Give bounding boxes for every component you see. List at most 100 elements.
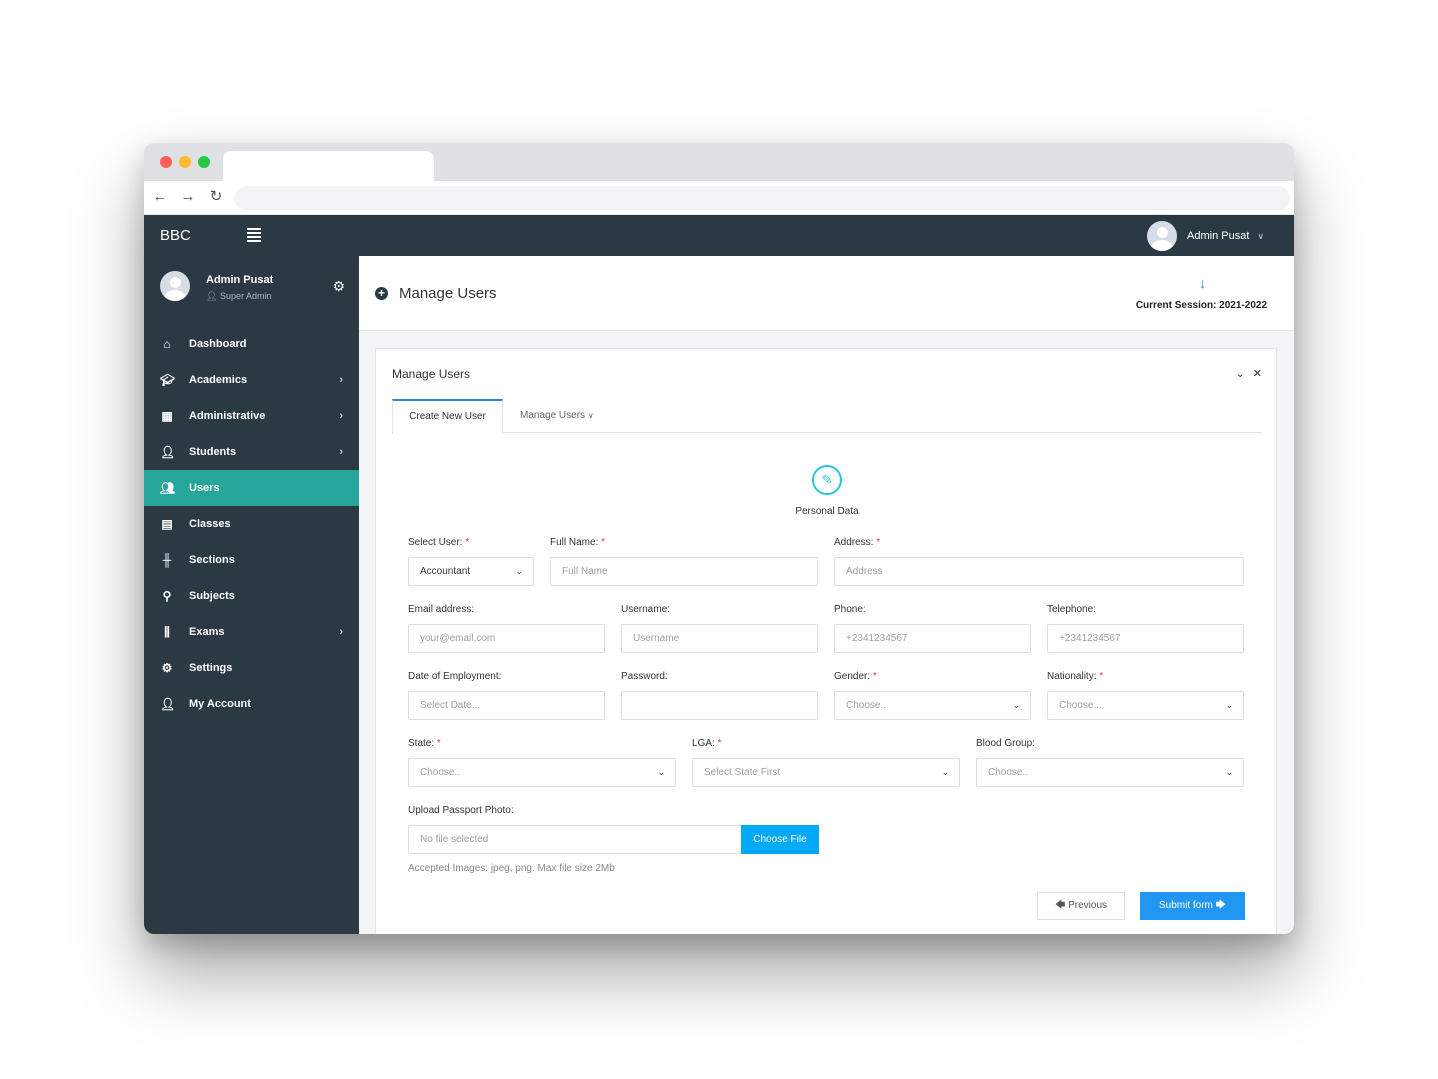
sidebar-item-my-account[interactable]: 👤︎ My Account: [144, 686, 359, 722]
chevron-down-icon: ∨: [1257, 230, 1264, 241]
gear-icon: ⚙: [161, 661, 173, 675]
sidebar-item-dashboard[interactable]: ⌂ Dashboard: [144, 326, 359, 362]
telephone-input[interactable]: +2341234567: [1047, 624, 1244, 653]
top-user-name: Admin Pusat: [1187, 230, 1250, 242]
upload-hint: Accepted Images: jpeg, png. Max file siz…: [408, 863, 615, 874]
tab-create-new-user[interactable]: Create New User: [392, 399, 503, 434]
nationality-dropdown[interactable]: Choose... ⌄: [1047, 691, 1244, 720]
arrow-right-icon: 🡆: [1215, 900, 1227, 911]
browser-tab-strip: [144, 143, 1294, 181]
avatar: [1147, 221, 1178, 251]
sidebar-item-exams[interactable]: ⫼ Exams ›: [144, 614, 359, 650]
employment-date-input[interactable]: Select Date...: [408, 691, 605, 720]
close-window-button[interactable]: [160, 156, 172, 168]
upload-photo-label: Upload Passport Photo:: [408, 805, 514, 816]
blood-group-dropdown[interactable]: Choose.. ⌄: [976, 758, 1244, 787]
chevron-down-icon: ⌄: [941, 767, 949, 777]
gender-label: Gender: *: [834, 671, 877, 682]
user-icon: 👤︎: [206, 291, 220, 301]
browser-tab[interactable]: [223, 151, 434, 181]
sidebar-menu: ⌂ Dashboard 🎓︎ Academics › ▦ Administrative ›…: [144, 326, 359, 722]
username-label: Username:: [621, 604, 670, 615]
chevron-down-icon: ⌄: [515, 566, 523, 576]
chevron-right-icon: ›: [339, 626, 343, 638]
page-title: Manage Users: [399, 285, 497, 302]
top-navbar: BBC Admin Pusat ∨: [144, 215, 1294, 256]
step-label: Personal Data: [795, 506, 859, 517]
select-user-dropdown[interactable]: Accountant ⌄: [408, 557, 534, 586]
sidebar-item-academics[interactable]: 🎓︎ Academics ›: [144, 362, 359, 398]
address-bar[interactable]: [234, 186, 1290, 210]
sidebar-item-students[interactable]: 👤︎ Students ›: [144, 434, 359, 470]
address-input[interactable]: Address: [834, 557, 1244, 586]
full-name-input[interactable]: Full Name: [550, 557, 818, 586]
sections-icon: ╫: [162, 553, 172, 567]
sidebar-item-subjects[interactable]: ⚲ Subjects: [144, 578, 359, 614]
phone-label: Phone:: [834, 604, 866, 615]
sidebar: Admin Pusat 👤︎ Super Admin ⚙ ⌂ Dashboard …: [144, 256, 359, 934]
plus-circle-icon: +: [375, 287, 388, 300]
full-name-label: Full Name: *: [550, 537, 606, 548]
library-icon: ⫼: [164, 624, 170, 639]
browser-window: ← → ↻ BBC Admin Pusat ∨ Admin Pusat 👤︎ S…: [144, 143, 1294, 934]
maximize-window-button[interactable]: [198, 156, 210, 168]
hamburger-menu-icon[interactable]: [247, 228, 261, 242]
password-label: Password:: [621, 671, 668, 682]
sidebar-item-administrative[interactable]: ▦ Administrative ›: [144, 398, 359, 434]
graduation-cap-icon: 🎓︎: [160, 373, 176, 387]
arrow-down-icon[interactable]: ↓: [1199, 275, 1206, 291]
chevron-down-icon: ⌄: [1012, 700, 1020, 710]
nationality-label: Nationality: *: [1047, 671, 1104, 682]
profile-name: Admin Pusat: [206, 274, 274, 286]
card-title: Manage Users: [392, 367, 471, 381]
manage-users-card: Manage Users ⌄ ✕ Create New User Manage U…: [375, 348, 1277, 934]
sidebar-item-settings[interactable]: ⚙ Settings: [144, 650, 359, 686]
arrow-left-icon: 🡄: [1054, 900, 1066, 911]
telephone-label: Telephone:: [1047, 604, 1096, 615]
sidebar-item-sections[interactable]: ╫ Sections: [144, 542, 359, 578]
submit-form-button[interactable]: Submit form 🡆: [1140, 892, 1245, 920]
sidebar-item-classes[interactable]: ▤ Classes: [144, 506, 359, 542]
close-icon[interactable]: ✕: [1253, 368, 1262, 380]
reload-icon[interactable]: ↻: [206, 187, 226, 207]
profile-role: 👤︎ Super Admin: [206, 291, 272, 301]
main-content: + Manage Users ↓ Current Session: 2021-2…: [359, 256, 1294, 934]
chevron-down-icon: ⌄: [1225, 767, 1233, 777]
users-icon: 👥︎: [160, 481, 176, 495]
file-status[interactable]: No file selected: [408, 825, 742, 854]
password-input[interactable]: [621, 691, 818, 720]
tab-manage-users[interactable]: Manage Users ∨: [520, 399, 594, 433]
phone-input[interactable]: +2341234567: [834, 624, 1031, 653]
building-icon: ▦: [161, 409, 173, 423]
tab-bar: Create New User Manage Users ∨: [392, 399, 1262, 434]
avatar: [160, 271, 190, 301]
student-icon: 👤︎: [160, 445, 176, 459]
previous-button[interactable]: 🡄 Previous: [1037, 892, 1125, 920]
lga-label: LGA: *: [692, 738, 722, 749]
chevron-down-icon: ⌄: [1225, 700, 1233, 710]
blood-group-label: Blood Group:: [976, 738, 1035, 749]
back-arrow-icon[interactable]: ←: [150, 187, 170, 207]
home-icon: ⌂: [163, 337, 171, 351]
forward-arrow-icon[interactable]: →: [178, 187, 198, 207]
chevron-down-icon: ∨: [587, 411, 594, 420]
chevron-right-icon: ›: [339, 374, 343, 386]
browser-toolbar: ← → ↻: [144, 181, 1294, 215]
user-menu[interactable]: Admin Pusat ∨: [1147, 221, 1264, 251]
state-dropdown[interactable]: Choose.. ⌄: [408, 758, 676, 787]
chevron-right-icon: ›: [339, 410, 343, 422]
chevron-right-icon: ›: [339, 446, 343, 458]
brand-logo[interactable]: BBC: [160, 227, 191, 244]
collapse-icon[interactable]: ⌄: [1236, 368, 1245, 380]
address-label: Address: *: [834, 537, 881, 548]
choose-file-button[interactable]: Choose File: [741, 825, 819, 854]
minimize-window-button[interactable]: [179, 156, 191, 168]
email-field[interactable]: your@email.com: [408, 624, 605, 653]
sidebar-item-users[interactable]: 👥︎ Users: [144, 470, 359, 506]
gear-icon[interactable]: ⚙: [332, 278, 345, 295]
email-label: Email address:: [408, 604, 475, 615]
state-label: State: *: [408, 738, 441, 749]
gender-dropdown[interactable]: Choose.. ⌄: [834, 691, 1031, 720]
username-input[interactable]: Username: [621, 624, 818, 653]
lga-dropdown[interactable]: Select State First ⌄: [692, 758, 960, 787]
